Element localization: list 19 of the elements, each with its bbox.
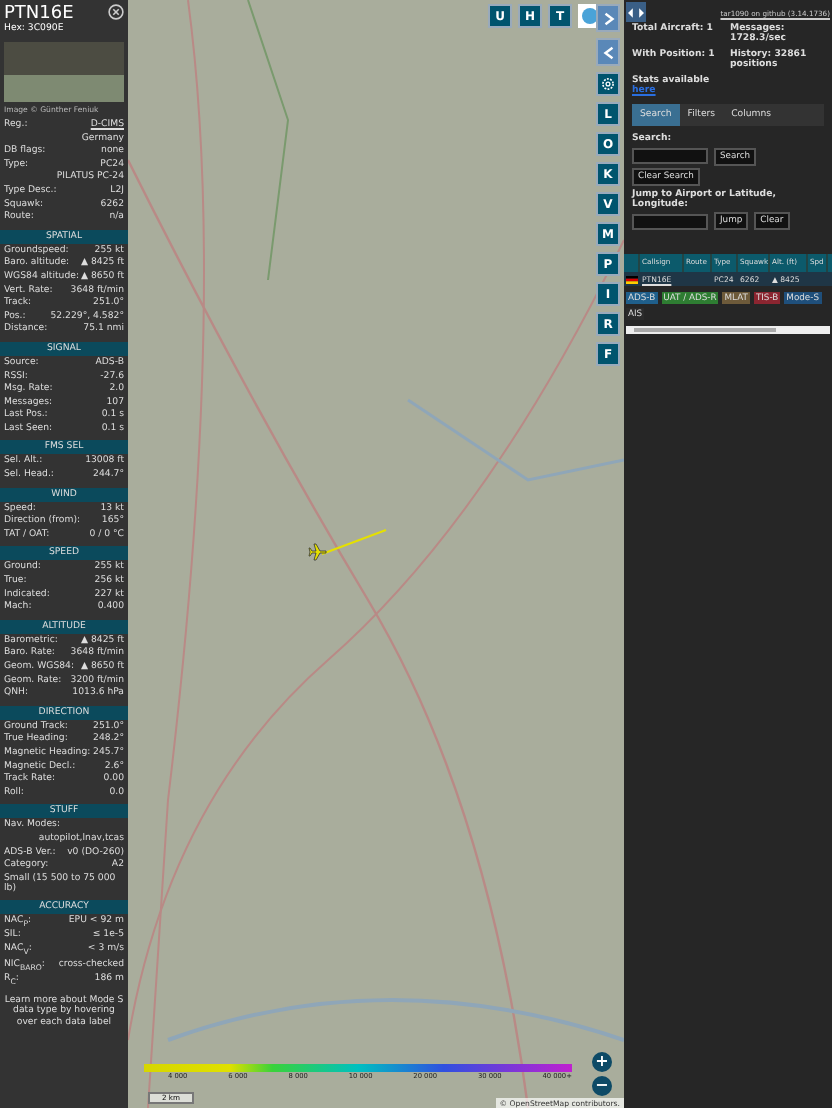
collapse-button[interactable] [596, 38, 620, 66]
photo-placeholder [4, 42, 124, 102]
callsign-title: PTN16E [4, 4, 74, 24]
double-arrow-icon [628, 7, 644, 17]
settings-button[interactable] [596, 72, 620, 96]
horizontal-scrollbar[interactable] [626, 326, 830, 334]
chevron-left-icon [601, 45, 615, 59]
resize-button[interactable] [626, 2, 646, 22]
flight-track-line [320, 528, 388, 556]
airplane-icon[interactable] [308, 542, 328, 562]
chevron-right-icon [601, 11, 615, 25]
settings-icon [600, 76, 616, 92]
location-field[interactable] [632, 213, 708, 229]
close-icon[interactable] [108, 4, 124, 20]
expand-button[interactable] [596, 4, 620, 32]
flag-icon [626, 275, 638, 283]
zoom-out-button[interactable]: − [592, 1076, 612, 1096]
search-field[interactable] [632, 148, 708, 164]
zoom-in-button[interactable]: + [592, 1052, 612, 1072]
